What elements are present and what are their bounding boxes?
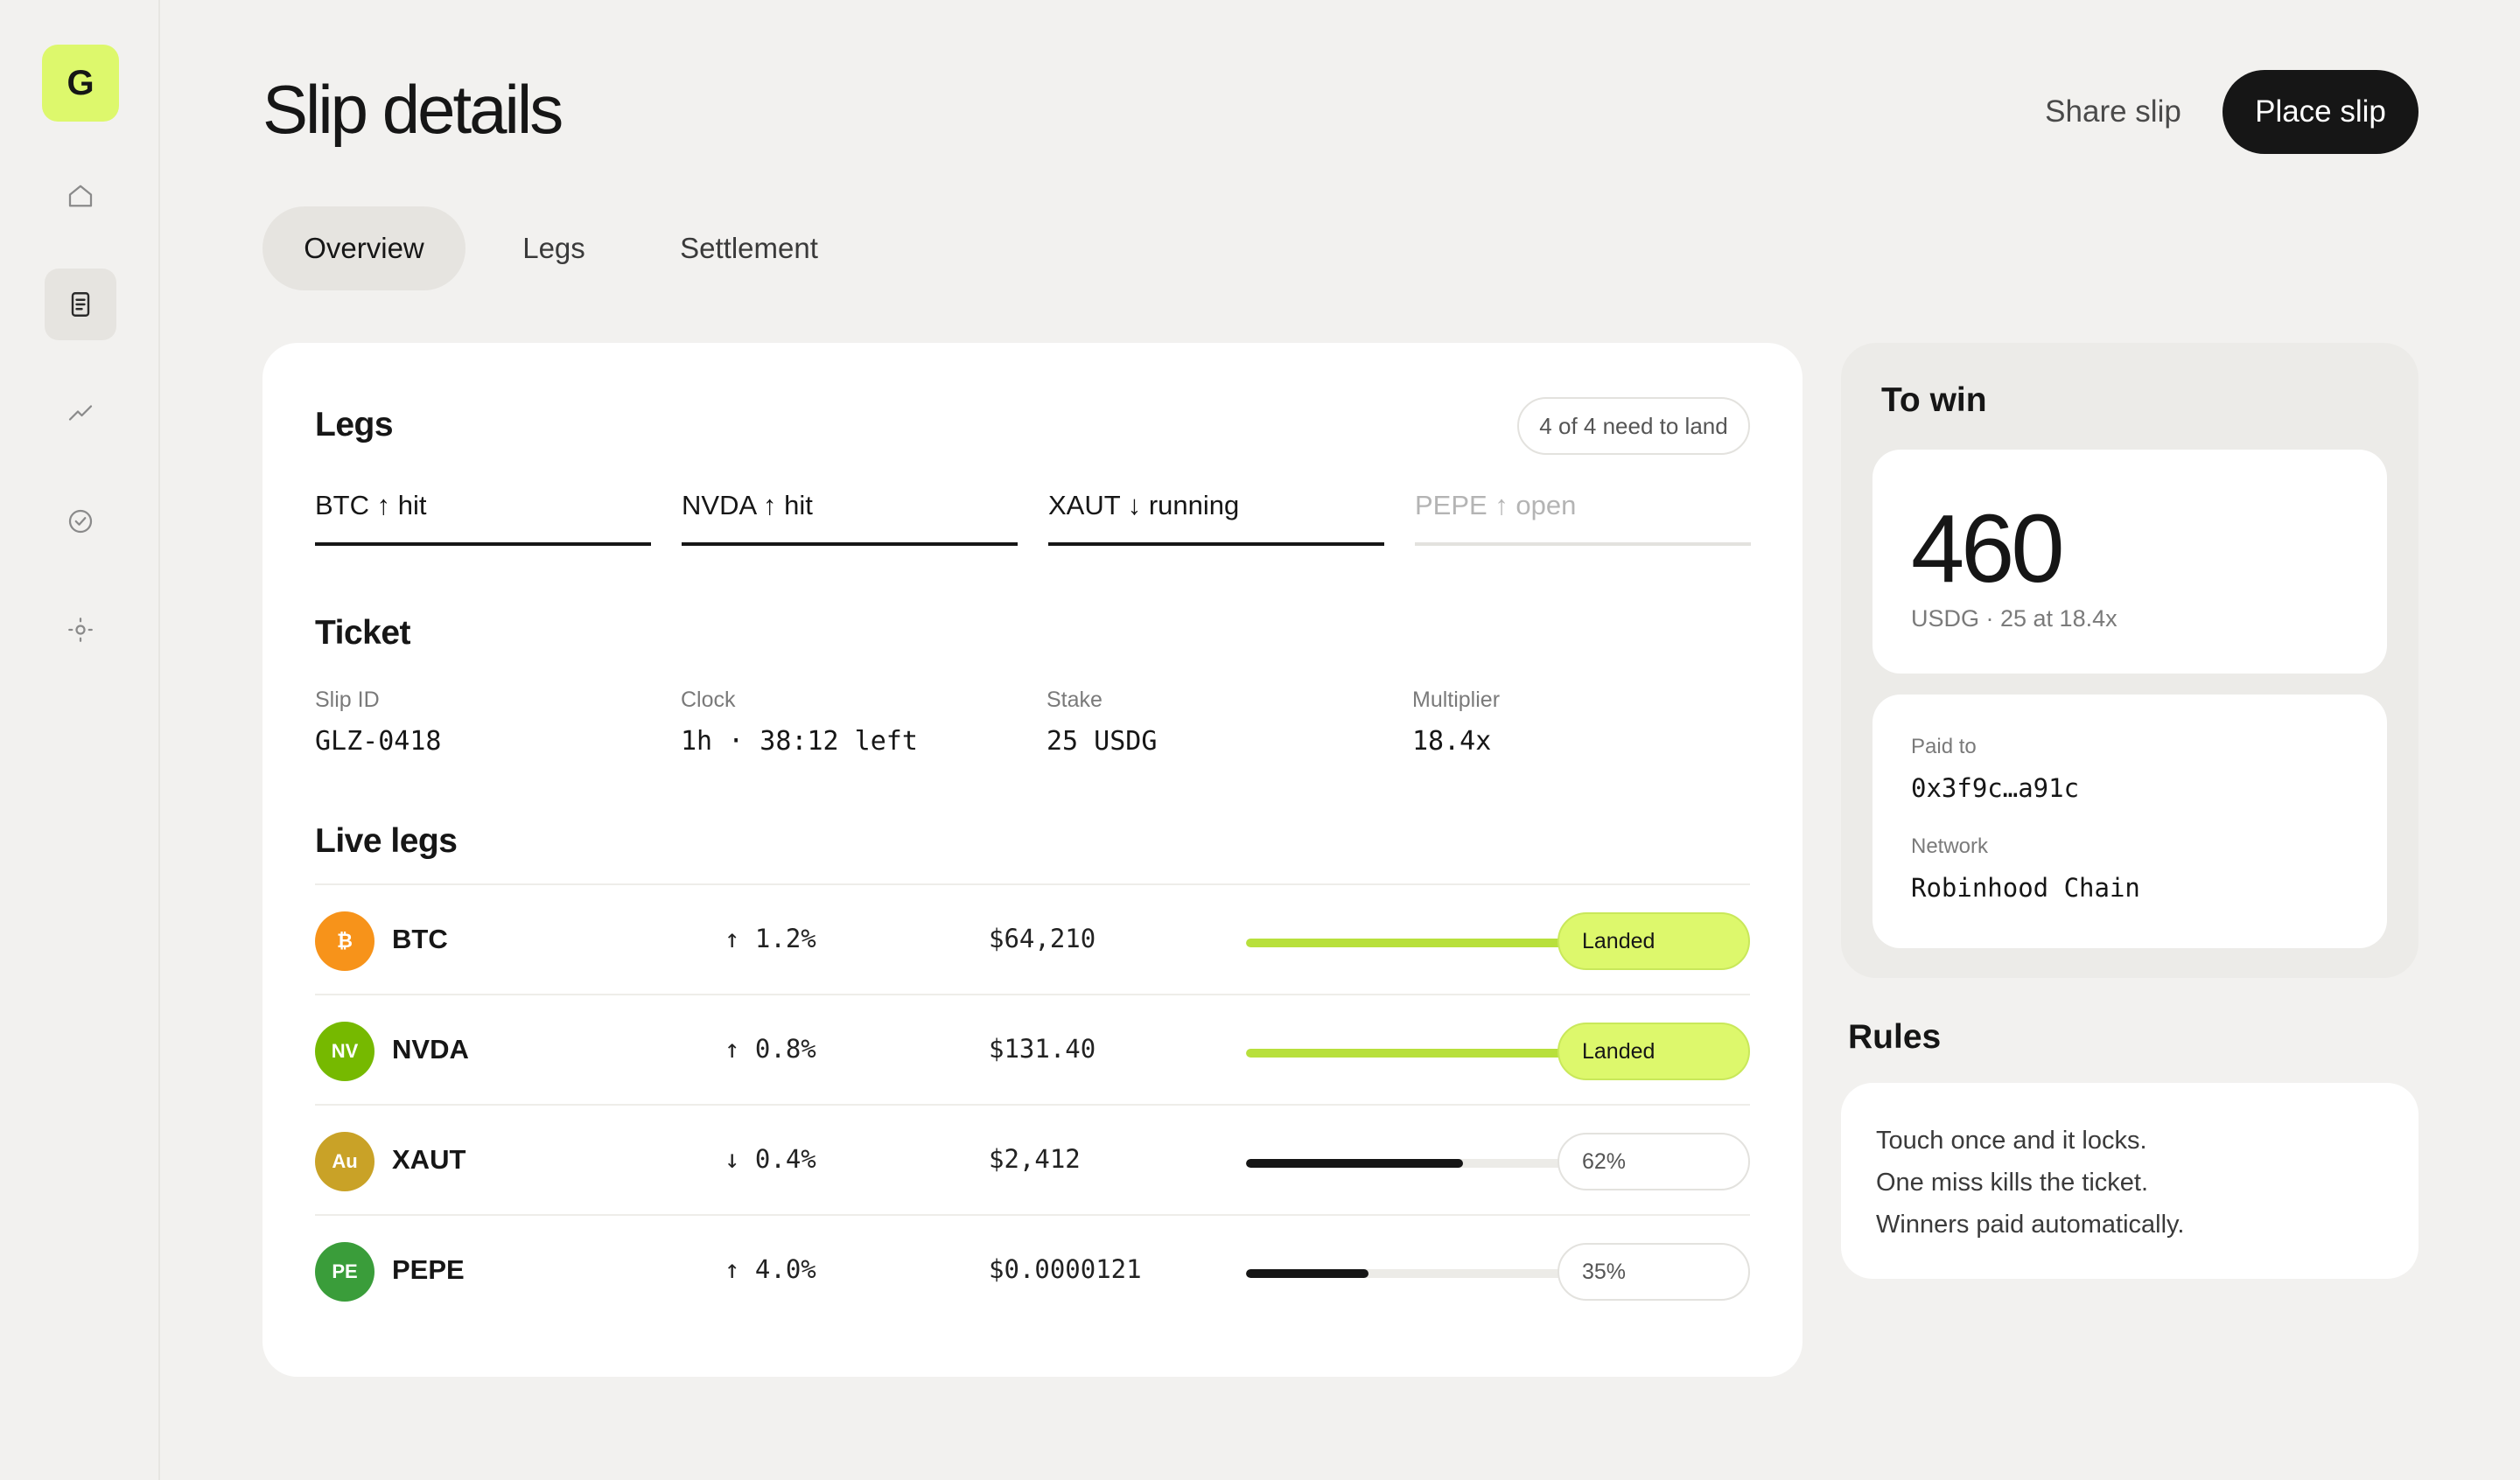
coin-badge: ₿: [315, 911, 374, 971]
ticket-section-title: Ticket: [315, 614, 411, 652]
to-win-panel: To win 460 USDG · 25 at 18.4x Paid to 0x…: [1841, 343, 2418, 978]
sidebar-item-markets[interactable]: [45, 377, 116, 449]
leg-ticker: PEPE: [392, 1254, 465, 1285]
sidebar-item-slips[interactable]: [45, 269, 116, 340]
leg-price: $2,412: [989, 1144, 1081, 1174]
sidebar: G: [0, 0, 160, 1480]
payout-amount: 460: [1911, 495, 2065, 603]
leg-progress-label: NVDA ↑ hit: [682, 490, 813, 520]
rule-line: Touch once and it locks.: [1876, 1127, 2147, 1155]
leg-progress-fill: [1246, 1159, 1463, 1168]
payout-subtext: USDG · 25 at 18.4x: [1911, 605, 2118, 632]
home-icon: [68, 185, 93, 207]
leg-progress-pepe[interactable]: PEPE ↑ open: [1415, 490, 1751, 546]
rule-line: Winners paid automatically.: [1876, 1211, 2185, 1239]
coin-badge: Au: [315, 1132, 374, 1191]
stake-value: 25 USDG: [1046, 726, 1158, 757]
check-circle-icon: [68, 509, 93, 534]
tab-legs[interactable]: Legs: [490, 206, 618, 290]
tab-overview[interactable]: Overview: [262, 206, 466, 290]
leg-status-badge: Landed: [1558, 1023, 1750, 1080]
coin-badge: PE: [315, 1242, 374, 1302]
clock-label: Clock: [681, 688, 736, 712]
tab-settlement[interactable]: Settlement: [648, 206, 850, 290]
leg-progress-fill: [1246, 939, 1596, 947]
paid-to-address[interactable]: 0x3f9c…a91c: [1911, 773, 2079, 803]
multiplier-value: 18.4x: [1412, 726, 1492, 757]
leg-progress-bar: [1415, 542, 1751, 546]
brand-logo[interactable]: G: [42, 45, 119, 122]
slip-id-value: GLZ-0418: [315, 726, 442, 757]
rule-line: One miss kills the ticket.: [1876, 1169, 2149, 1197]
leg-price: $64,210: [989, 924, 1096, 953]
leg-status-badge: 35%: [1558, 1243, 1750, 1301]
payout-card: 460 USDG · 25 at 18.4x: [1872, 450, 2387, 674]
trend-icon: [68, 405, 93, 421]
sun-gear-icon: [68, 618, 93, 642]
stake-label: Stake: [1046, 688, 1102, 712]
leg-change: ↑ 0.8%: [724, 1034, 816, 1064]
clock-value: 1h · 38:12 left: [681, 726, 918, 757]
leg-progress-track: [1246, 1159, 1596, 1168]
legs-required-badge: 4 of 4 need to land: [1517, 397, 1750, 455]
legs-section-title: Legs: [315, 406, 394, 443]
live-legs-title: Live legs: [315, 822, 458, 860]
leg-progress-bar: [1048, 542, 1384, 546]
leg-change: ↓ 0.4%: [724, 1144, 816, 1174]
leg-ticker: XAUT: [392, 1144, 466, 1175]
rules-card: Touch once and it locks. One miss kills …: [1841, 1083, 2418, 1279]
paid-to-label: Paid to: [1911, 735, 1977, 758]
leg-status-badge: Landed: [1558, 912, 1750, 970]
network-label: Network: [1911, 834, 1989, 858]
slip-overview-card: Legs 4 of 4 need to land BTC ↑ hit NVDA …: [262, 343, 1802, 1377]
slip-id-label: Slip ID: [315, 688, 380, 712]
leg-progress-btc[interactable]: BTC ↑ hit: [315, 490, 651, 546]
sidebar-item-home[interactable]: [45, 160, 116, 232]
coin-badge: NV: [315, 1022, 374, 1081]
leg-progress-bar: [682, 542, 1018, 546]
share-slip-button[interactable]: Share slip: [2039, 87, 2188, 136]
leg-change: ↑ 4.0%: [724, 1254, 816, 1284]
leg-progress-xaut[interactable]: XAUT ↓ running: [1048, 490, 1384, 546]
live-leg-row[interactable]: NV NVDA ↑ 0.8% $131.40 Landed: [315, 994, 1750, 1104]
rules-title: Rules: [1848, 1018, 1942, 1056]
leg-progress-label: PEPE ↑ open: [1415, 490, 1577, 520]
multiplier-label: Multiplier: [1412, 688, 1501, 712]
sidebar-item-settled[interactable]: [45, 485, 116, 557]
page-title: Slip details: [262, 71, 564, 148]
brand-logo-letter: G: [66, 63, 94, 102]
document-icon: [71, 292, 90, 317]
leg-progress-track: [1246, 1049, 1596, 1058]
leg-price: $131.40: [989, 1034, 1096, 1064]
app-root: G Slip details Share slip Place slip Ove…: [0, 0, 2520, 1480]
leg-progress-fill: [1246, 1269, 1368, 1278]
network-value: Robinhood Chain: [1911, 873, 2140, 903]
leg-status-badge: 62%: [1558, 1133, 1750, 1190]
leg-progress-nvda[interactable]: NVDA ↑ hit: [682, 490, 1018, 546]
sidebar-item-settings[interactable]: [45, 594, 116, 666]
leg-progress-label: BTC ↑ hit: [315, 490, 427, 520]
leg-ticker: BTC: [392, 924, 448, 954]
leg-progress-fill: [1246, 1049, 1596, 1058]
leg-ticker: NVDA: [392, 1034, 469, 1065]
live-leg-row[interactable]: PE PEPE ↑ 4.0% $0.0000121 35%: [315, 1214, 1750, 1324]
leg-progress-track: [1246, 1269, 1596, 1278]
leg-progress-bar: [315, 542, 651, 546]
live-leg-row[interactable]: ₿ BTC ↑ 1.2% $64,210 Landed: [315, 883, 1750, 994]
place-slip-button[interactable]: Place slip: [2222, 70, 2418, 154]
leg-price: $0.0000121: [989, 1254, 1142, 1284]
payout-destination-card: Paid to 0x3f9c…a91c Network Robinhood Ch…: [1872, 695, 2387, 948]
to-win-title: To win: [1881, 381, 1987, 419]
leg-progress-track: [1246, 939, 1596, 947]
leg-change: ↑ 1.2%: [724, 924, 816, 953]
live-leg-row[interactable]: Au XAUT ↓ 0.4% $2,412 62%: [315, 1104, 1750, 1214]
leg-progress-label: XAUT ↓ running: [1048, 490, 1240, 520]
